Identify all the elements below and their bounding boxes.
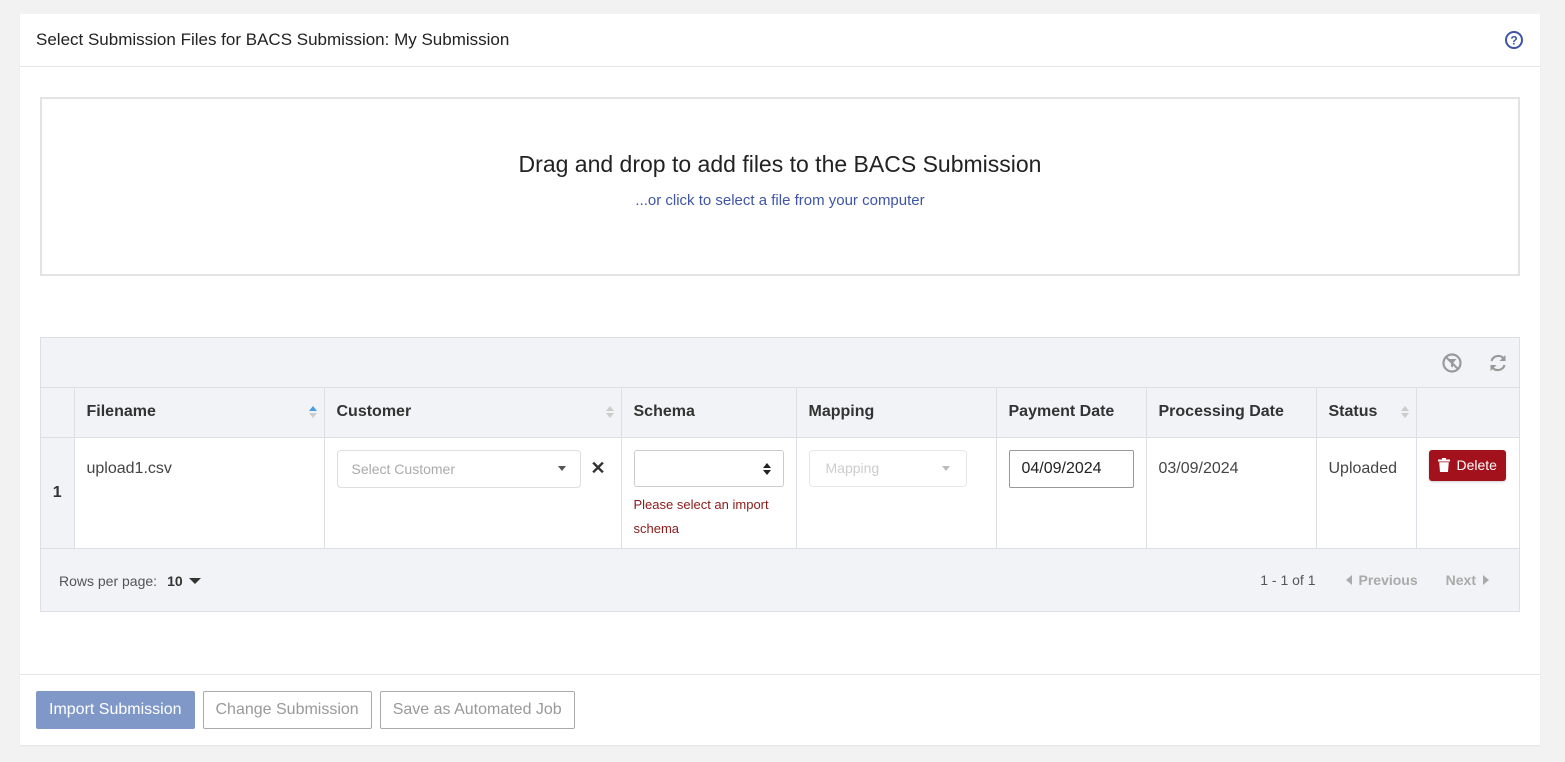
select-file-link[interactable]: ...or click to select a file from your c… xyxy=(42,192,1518,209)
col-label: Payment Date xyxy=(1008,403,1115,421)
customer-cell: Select Customer ✕ xyxy=(324,437,622,548)
trash-icon xyxy=(1437,458,1450,472)
pagination: 1 - 1 of 1 Previous Next xyxy=(1260,572,1489,588)
card-header: Select Submission Files for BACS Submiss… xyxy=(20,14,1540,67)
payment-date-cell xyxy=(996,437,1147,548)
chevron-down-icon xyxy=(941,465,950,471)
action-bar: Import Submission Change Submission Save… xyxy=(20,674,1540,745)
dropzone-title: Drag and drop to add files to the BACS S… xyxy=(518,151,1042,177)
customer-placeholder: Select Customer xyxy=(351,460,455,477)
col-actions xyxy=(1416,388,1519,437)
change-submission-button[interactable]: Change Submission xyxy=(202,691,372,729)
col-label: Filename xyxy=(86,403,156,421)
grid-toolbar xyxy=(41,338,1519,388)
delete-label: Delete xyxy=(1456,457,1497,473)
col-label: Processing Date xyxy=(1158,403,1284,421)
actions-cell: Delete xyxy=(1416,437,1519,548)
chevron-down-icon xyxy=(557,466,566,471)
refresh-icon[interactable] xyxy=(1487,352,1509,374)
rows-per-page-label: Rows per page: xyxy=(59,572,158,589)
previous-label: Previous xyxy=(1358,571,1418,588)
col-index xyxy=(41,388,75,437)
next-label: Next xyxy=(1445,571,1476,588)
schema-cell: Please select an import schema xyxy=(621,437,797,548)
submission-card: Select Submission Files for BACS Submiss… xyxy=(20,14,1540,745)
page-title: Select Submission Files for BACS Submiss… xyxy=(36,30,510,49)
rows-per-page-select[interactable]: 10 xyxy=(167,573,201,589)
col-label: Mapping xyxy=(808,403,875,421)
schema-select[interactable] xyxy=(633,449,784,487)
schema-error: Please select an import schema xyxy=(633,496,769,536)
sort-asc-icon xyxy=(308,406,317,418)
save-automated-job-button[interactable]: Save as Automated Job xyxy=(379,691,575,729)
delete-button[interactable]: Delete xyxy=(1428,449,1506,481)
col-label: Schema xyxy=(633,403,695,421)
col-processing-date: Processing Date xyxy=(1146,388,1317,437)
col-schema: Schema xyxy=(621,388,797,437)
clear-customer-icon[interactable]: ✕ xyxy=(591,458,606,479)
mapping-cell: Mapping xyxy=(796,437,997,548)
rows-per-page: Rows per page: 10 xyxy=(59,573,201,589)
chevron-right-icon xyxy=(1483,574,1489,585)
question-circle-icon[interactable]: ? xyxy=(1504,30,1524,50)
status-cell: Uploaded xyxy=(1316,437,1417,548)
col-label: Status xyxy=(1328,403,1378,421)
sort-icon xyxy=(1400,406,1409,418)
next-page-button[interactable]: Next xyxy=(1446,572,1489,588)
col-filename[interactable]: Filename xyxy=(74,388,325,437)
rows-per-page-value: 10 xyxy=(167,572,183,589)
file-dropzone[interactable]: Drag and drop to add files to the BACS S… xyxy=(40,97,1520,276)
files-table: Filename Customer Schema Mapping Payment… xyxy=(41,388,1519,549)
table-row: 1 upload1.csv Select Customer ✕ Please s… xyxy=(41,437,1519,548)
chevron-down-icon xyxy=(188,577,201,584)
sort-icon xyxy=(605,406,614,418)
svg-text:?: ? xyxy=(1510,34,1517,48)
customer-select[interactable]: Select Customer xyxy=(336,449,581,488)
previous-page-button[interactable]: Previous xyxy=(1345,571,1418,588)
page-range: 1 - 1 of 1 xyxy=(1260,571,1316,588)
mapping-placeholder: Mapping xyxy=(825,460,880,476)
filename-cell: upload1.csv xyxy=(74,437,325,548)
select-arrows-icon xyxy=(762,462,771,475)
table-header-row: Filename Customer Schema Mapping Payment… xyxy=(41,388,1519,437)
import-submission-button[interactable]: Import Submission xyxy=(36,691,195,729)
col-label: Customer xyxy=(336,403,412,421)
col-customer[interactable]: Customer xyxy=(324,388,622,437)
mapping-select: Mapping xyxy=(808,449,967,487)
payment-date-input[interactable] xyxy=(1008,449,1134,488)
row-index: 1 xyxy=(41,437,75,548)
files-grid: Filename Customer Schema Mapping Payment… xyxy=(40,337,1520,612)
col-mapping: Mapping xyxy=(796,388,997,437)
col-payment-date: Payment Date xyxy=(996,388,1147,437)
chevron-left-icon xyxy=(1345,574,1352,585)
col-status[interactable]: Status xyxy=(1316,388,1417,437)
processing-date-cell: 03/09/2024 xyxy=(1146,437,1317,548)
grid-footer: Rows per page: 10 1 - 1 of 1 Previous Ne… xyxy=(41,549,1519,613)
filter-clear-icon[interactable] xyxy=(1441,352,1463,374)
